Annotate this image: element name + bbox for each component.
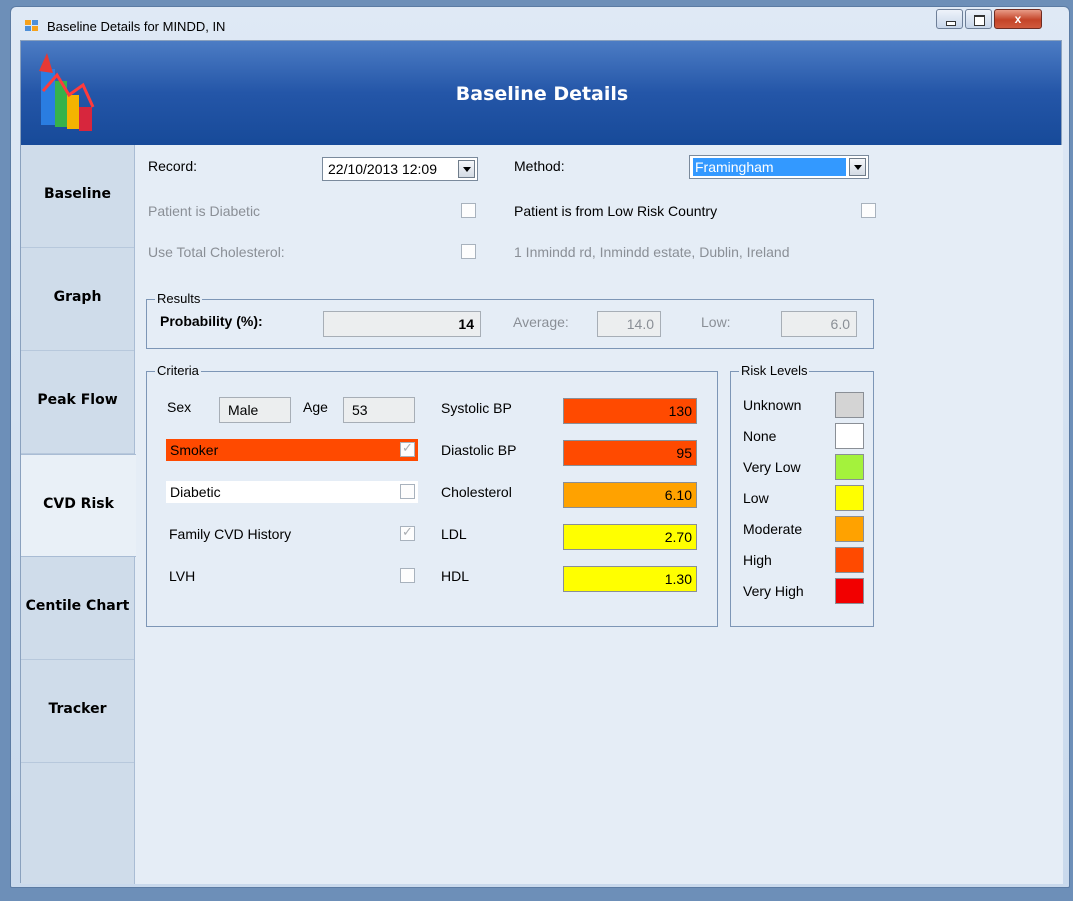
diabetic-checkbox[interactable] xyxy=(400,484,415,499)
chevron-down-icon[interactable] xyxy=(458,160,475,178)
title-bar: Baseline Details for MINDD, IN x xyxy=(11,7,1069,43)
results-group: Results Probability (%): 14 Average: 14.… xyxy=(146,291,874,349)
risk-level-label: None xyxy=(743,428,777,444)
risk-level-swatch xyxy=(835,578,864,604)
risk-level-swatch xyxy=(835,423,864,449)
sidebar-tabs: Baseline Graph Peak Flow CVD Risk Centil… xyxy=(21,145,136,884)
family-history-label: Family CVD History xyxy=(169,526,292,542)
minimize-button[interactable] xyxy=(936,9,963,29)
age-value: 53 xyxy=(343,397,415,423)
record-label: Record: xyxy=(148,158,198,174)
method-label: Method: xyxy=(514,158,565,174)
tab-baseline[interactable]: Baseline xyxy=(21,145,134,248)
page-title: Baseline Details xyxy=(455,83,629,105)
risk-level-label: Moderate xyxy=(743,521,803,537)
maximize-button[interactable] xyxy=(965,9,992,29)
tab-centile-chart[interactable]: Centile Chart xyxy=(21,557,134,660)
risk-level-label: Very High xyxy=(743,583,804,599)
smoker-checkbox[interactable] xyxy=(400,440,415,457)
record-value: 22/10/2013 12:09 xyxy=(328,161,437,177)
sex-label: Sex xyxy=(167,399,192,415)
tab-label: Peak Flow xyxy=(37,392,118,408)
family-history-checkbox[interactable] xyxy=(400,524,415,541)
low-value: 6.0 xyxy=(781,311,857,337)
risk-level-label: High xyxy=(743,552,772,568)
risk-level-label: Unknown xyxy=(743,397,802,413)
smoker-label: Smoker xyxy=(170,442,219,458)
tab-tracker[interactable]: Tracker xyxy=(21,660,134,763)
diabetic-row: Diabetic xyxy=(166,481,418,503)
tab-peak-flow[interactable]: Peak Flow xyxy=(21,351,134,454)
risk-level-swatch xyxy=(835,454,864,480)
sex-value: Male xyxy=(219,397,291,423)
client-area: Baseline Details Baseline Graph Peak Flo… xyxy=(20,40,1063,884)
tab-label: Graph xyxy=(53,289,102,305)
total-cholesterol-label: Use Total Cholesterol: xyxy=(148,244,285,260)
risk-levels-group: Risk Levels Unknown None Very Low Low Modera… xyxy=(730,363,874,627)
tab-graph[interactable]: Graph xyxy=(21,248,134,351)
results-group-title: Results xyxy=(155,291,203,306)
diabetic-label: Diabetic xyxy=(170,484,221,500)
smoker-row: Smoker xyxy=(166,439,418,461)
average-value: 14.0 xyxy=(597,311,661,337)
systolic-value: 130 xyxy=(563,398,697,424)
patient-diabetic-label: Patient is Diabetic xyxy=(148,203,261,219)
method-value: Framingham xyxy=(693,158,846,176)
systolic-label: Systolic BP xyxy=(441,400,512,416)
probability-value: 14 xyxy=(323,311,481,337)
patient-diabetic-checkbox[interactable] xyxy=(461,203,476,218)
criteria-group: Criteria Sex Male Age 53 Smoker Diabetic… xyxy=(146,363,718,627)
age-label: Age xyxy=(303,399,328,415)
risk-level-label: Very Low xyxy=(743,459,801,475)
total-cholesterol-checkbox[interactable] xyxy=(461,244,476,259)
patient-address: 1 Inmindd rd, Inmindd estate, Dublin, Ir… xyxy=(514,244,790,260)
tab-label: Baseline xyxy=(43,186,111,202)
average-label: Average: xyxy=(513,314,569,330)
tab-label: Centile Chart xyxy=(25,598,130,614)
risk-level-swatch xyxy=(835,485,864,511)
low-label: Low: xyxy=(701,314,731,330)
hdl-value: 1.30 xyxy=(563,566,697,592)
criteria-group-title: Criteria xyxy=(155,363,201,378)
diastolic-value: 95 xyxy=(563,440,697,466)
risk-level-swatch xyxy=(835,392,864,418)
cholesterol-label: Cholesterol xyxy=(441,484,512,500)
tab-cvd-risk[interactable]: CVD Risk xyxy=(21,454,136,557)
risk-levels-group-title: Risk Levels xyxy=(739,363,810,378)
ldl-label: LDL xyxy=(441,526,467,542)
risk-level-swatch xyxy=(835,547,864,573)
chevron-down-icon[interactable] xyxy=(849,158,866,176)
app-icon xyxy=(25,20,39,32)
diastolic-label: Diastolic BP xyxy=(441,442,517,458)
cvd-risk-panel: Record: 22/10/2013 12:09 Method: Framing… xyxy=(135,145,1063,884)
cholesterol-value: 6.10 xyxy=(563,482,697,508)
lvh-checkbox[interactable] xyxy=(400,568,415,583)
header-banner: Baseline Details xyxy=(21,41,1061,145)
lvh-label: LVH xyxy=(169,568,196,584)
low-risk-country-label: Patient is from Low Risk Country xyxy=(514,203,718,219)
risk-level-swatch xyxy=(835,516,864,542)
method-select[interactable]: Framingham xyxy=(689,155,869,179)
probability-label: Probability (%): xyxy=(160,313,263,329)
ldl-value: 2.70 xyxy=(563,524,697,550)
app-window: Baseline Details for MINDD, IN x Baselin… xyxy=(10,6,1070,888)
tab-label: Tracker xyxy=(48,701,107,717)
hdl-label: HDL xyxy=(441,568,470,584)
low-risk-country-checkbox[interactable] xyxy=(861,203,876,218)
close-button[interactable]: x xyxy=(994,9,1042,29)
risk-level-label: Low xyxy=(743,490,769,506)
tab-label: CVD Risk xyxy=(43,495,114,512)
record-select[interactable]: 22/10/2013 12:09 xyxy=(322,157,478,181)
window-title: Baseline Details for MINDD, IN xyxy=(47,19,226,34)
